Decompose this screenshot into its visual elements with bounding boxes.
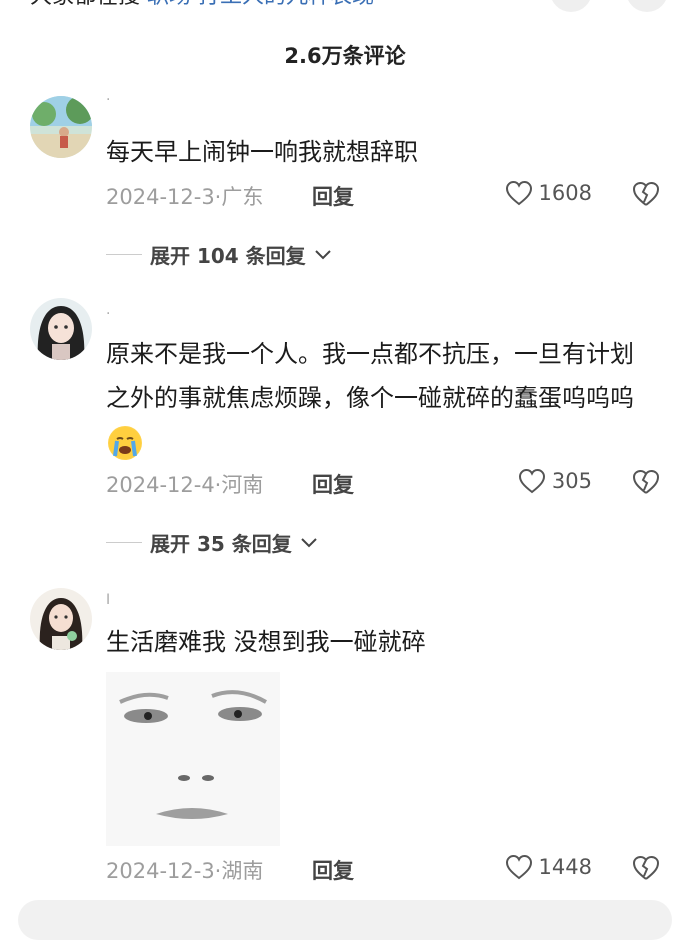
comment-location: 湖南 — [221, 859, 264, 883]
avatar[interactable] — [30, 96, 92, 158]
comment-text: 生活磨难我 没想到我一碰就碎 — [106, 628, 426, 656]
search-hint-link[interactable]: ·职场·打工人的九种表现 — [140, 0, 374, 9]
comments-count-title: 2.6万条评论 — [284, 44, 406, 68]
divider-line — [106, 254, 142, 255]
meme-sticker-image[interactable] — [106, 672, 280, 846]
close-icon[interactable] — [626, 0, 668, 12]
broken-heart-icon[interactable] — [632, 468, 660, 496]
comment-location: 广东 — [221, 185, 264, 209]
expand-replies-button[interactable]: 展开 104 条回复 — [106, 240, 332, 269]
crying-face-icon — [108, 426, 142, 460]
comment-meta: 2024-12-4·河南 — [106, 469, 263, 499]
comment-input-bar[interactable] — [18, 900, 672, 940]
top-search-hint[interactable]: 大家都在搜·职场·打工人的九种表现 — [0, 0, 690, 12]
comment-meta: 2024-12-3·广东 — [106, 181, 263, 211]
reply-button[interactable]: 回复 — [312, 181, 354, 211]
comment-date: 2024-12-3· — [106, 185, 222, 209]
search-hint-text[interactable]: 大家都在搜·职场·打工人的九种表现 — [30, 0, 374, 10]
username[interactable]: Ⅰ — [106, 592, 110, 608]
expand-replies-button[interactable]: 展开 35 条回复 — [106, 528, 318, 557]
expand-replies-label: 展开 104 条回复 — [150, 244, 306, 268]
comment-text: 原来不是我一个人。我一点都不抗压，一旦有计划之外的事就焦虑烦躁，像个一碰就碎的蠢… — [106, 332, 646, 464]
like-button[interactable]: 1448 — [505, 854, 592, 880]
expand-replies-label: 展开 35 条回复 — [150, 532, 292, 556]
reply-button[interactable]: 回复 — [312, 469, 354, 499]
like-count: 1448 — [538, 855, 592, 879]
comment-text-body: 原来不是我一个人。我一点都不抗压，一旦有计划之外的事就焦虑烦躁，像个一碰就碎的蠢… — [106, 340, 634, 412]
broken-heart-icon[interactable] — [632, 854, 660, 882]
comment-text: 每天早上闹钟一响我就想辞职 — [106, 138, 418, 166]
comment-meta: 2024-12-3·湖南 — [106, 855, 263, 885]
heart-icon — [518, 468, 545, 494]
broken-heart-icon[interactable] — [632, 180, 660, 208]
reply-button[interactable]: 回复 — [312, 855, 354, 885]
divider-line — [106, 542, 142, 543]
comment-date: 2024-12-4· — [106, 473, 222, 497]
comment-location: 河南 — [221, 473, 264, 497]
username[interactable]: · — [106, 306, 110, 322]
chevron-down-icon — [301, 537, 317, 547]
heart-icon — [505, 180, 532, 206]
comment-date: 2024-12-3· — [106, 859, 222, 883]
like-count: 305 — [551, 469, 592, 493]
like-count: 1608 — [538, 181, 592, 205]
chevron-down-icon — [314, 249, 331, 259]
like-button[interactable]: 1608 — [505, 180, 592, 206]
avatar[interactable] — [30, 298, 92, 360]
heart-icon — [505, 854, 532, 880]
username[interactable]: · — [106, 92, 110, 108]
avatar[interactable] — [30, 588, 92, 650]
expand-icon[interactable] — [550, 0, 592, 12]
like-button[interactable]: 305 — [518, 468, 592, 494]
search-hint-prefix: 大家都在搜 — [30, 0, 140, 9]
